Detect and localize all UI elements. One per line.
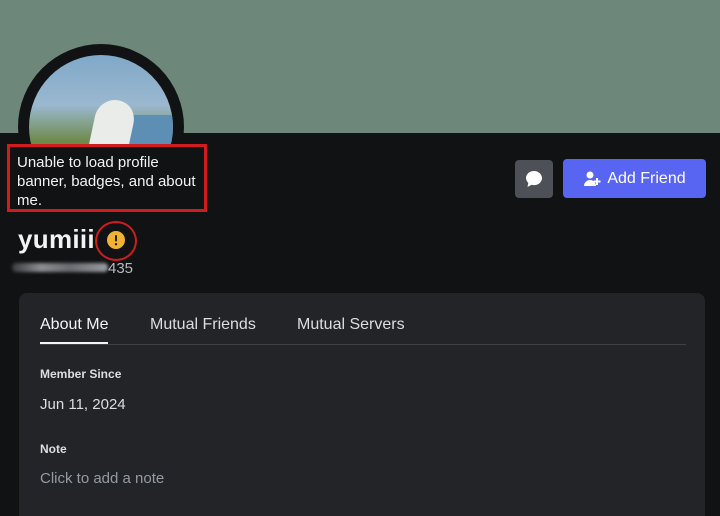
profile-popout: Unable to load profile banner, badges, a… — [0, 0, 720, 516]
member-since-value: Jun 11, 2024 — [40, 396, 126, 413]
username: yumiii — [18, 224, 95, 254]
note-input[interactable]: Click to add a note — [40, 470, 460, 492]
message-button[interactable] — [515, 160, 553, 198]
exclamation-glyph — [114, 235, 118, 246]
username-tag-redacted — [12, 263, 108, 272]
add-friend-label: Add Friend — [607, 169, 686, 187]
member-since-label: Member Since — [40, 367, 122, 381]
add-user-icon — [584, 171, 601, 186]
tab-mutual-friends[interactable]: Mutual Friends — [150, 316, 256, 344]
note-label: Note — [40, 442, 67, 456]
chat-bubble-icon — [526, 171, 542, 187]
profile-info-panel: About Me Mutual Friends Mutual Servers M… — [19, 293, 705, 516]
exclamation-circle-icon[interactable] — [107, 231, 125, 249]
tab-about-me[interactable]: About Me — [40, 316, 109, 344]
profile-load-error-message: Unable to load profile banner, badges, a… — [7, 144, 207, 212]
profile-tabs: About Me Mutual Friends Mutual Servers — [40, 316, 686, 345]
username-tag-suffix: 435 — [108, 260, 134, 277]
tab-mutual-servers[interactable]: Mutual Servers — [297, 316, 405, 344]
add-friend-button[interactable]: Add Friend — [563, 159, 706, 198]
